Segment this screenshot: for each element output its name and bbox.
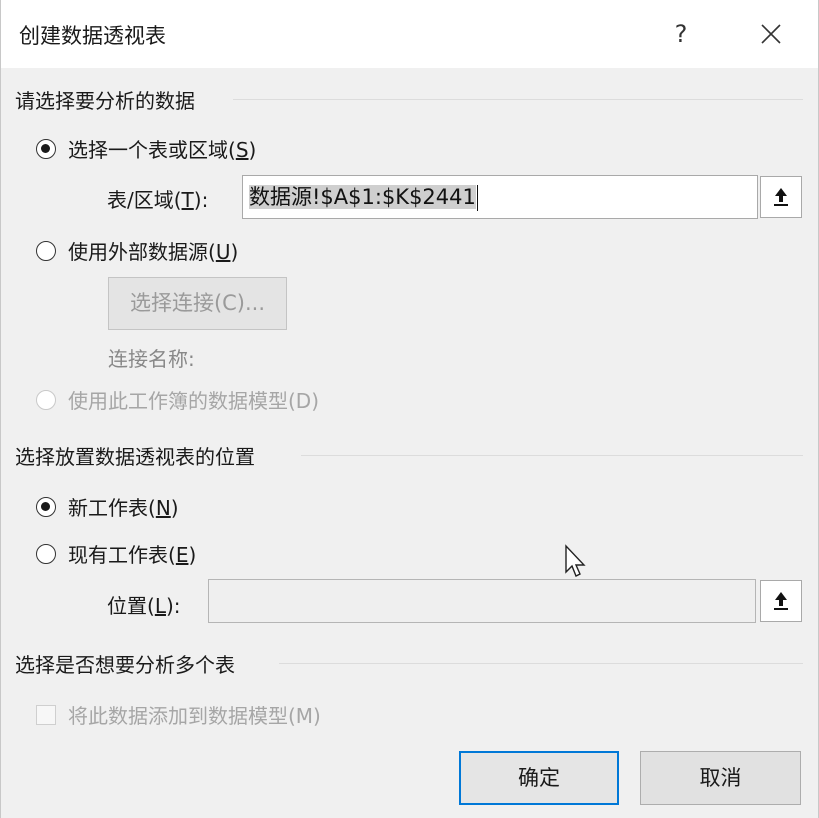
option-label: 使用外部数据源(U) bbox=[68, 240, 239, 264]
option-external-source[interactable]: 使用外部数据源(U) bbox=[36, 236, 238, 265]
option-select-table-range[interactable]: 选择一个表或区域(S) bbox=[36, 134, 256, 163]
radio-external-source[interactable] bbox=[36, 240, 56, 261]
placement-section-title: 选择放置数据透视表的位置 bbox=[15, 445, 255, 469]
multi-table-section-title: 选择是否想要分析多个表 bbox=[15, 653, 235, 677]
radio-select-table-range[interactable] bbox=[36, 138, 56, 159]
location-collapse-button[interactable] bbox=[760, 580, 802, 622]
radio-existing-worksheet[interactable] bbox=[36, 543, 56, 564]
location-field-label: 位置(L): bbox=[107, 594, 181, 618]
option-add-to-data-model[interactable]: 将此数据添加到数据模型(M) bbox=[36, 700, 321, 729]
collapse-arrow-up-icon bbox=[774, 188, 788, 206]
cancel-button[interactable]: 取消 bbox=[640, 751, 801, 805]
collapse-arrow-up-icon bbox=[774, 592, 788, 610]
connection-name-label: 连接名称: bbox=[108, 347, 195, 371]
option-existing-worksheet[interactable]: 现有工作表(E) bbox=[36, 539, 196, 568]
ok-button[interactable]: 确定 bbox=[459, 751, 619, 805]
location-input[interactable] bbox=[208, 579, 756, 623]
mouse-pointer-icon bbox=[565, 544, 586, 577]
title-bar: 创建数据透视表 ? bbox=[1, 0, 818, 68]
option-label: 将此数据添加到数据模型(M) bbox=[68, 704, 321, 728]
dialog-title: 创建数据透视表 bbox=[19, 24, 166, 48]
close-icon bbox=[761, 24, 781, 44]
section-divider bbox=[301, 455, 803, 456]
range-collapse-button[interactable] bbox=[760, 176, 802, 218]
section-divider bbox=[279, 663, 803, 664]
range-field-label: 表/区域(T): bbox=[107, 188, 209, 212]
help-button[interactable]: ? bbox=[659, 12, 703, 56]
option-workbook-data-model[interactable]: 使用此工作簿的数据模型(D) bbox=[36, 385, 319, 414]
checkbox-add-to-data-model[interactable] bbox=[36, 704, 56, 725]
radio-workbook-data-model[interactable] bbox=[36, 389, 56, 410]
choose-connection-button[interactable]: 选择连接(C)... bbox=[108, 277, 287, 330]
option-label: 现有工作表(E) bbox=[68, 543, 197, 567]
close-button[interactable] bbox=[747, 12, 795, 56]
source-section-title: 请选择要分析的数据 bbox=[15, 89, 195, 113]
table-range-input[interactable]: 数据源!$A$1:$K$2441 bbox=[242, 175, 758, 219]
option-label: 使用此工作簿的数据模型(D) bbox=[68, 389, 320, 413]
section-divider bbox=[233, 99, 803, 100]
option-new-worksheet[interactable]: 新工作表(N) bbox=[36, 492, 179, 521]
option-label: 新工作表(N) bbox=[68, 496, 179, 520]
create-pivot-table-dialog: 创建数据透视表 ? 请选择要分析的数据 选择一个表或区域(S) 表/区域(T):… bbox=[0, 0, 819, 818]
radio-new-worksheet[interactable] bbox=[36, 496, 56, 517]
option-label: 选择一个表或区域(S) bbox=[68, 138, 257, 162]
